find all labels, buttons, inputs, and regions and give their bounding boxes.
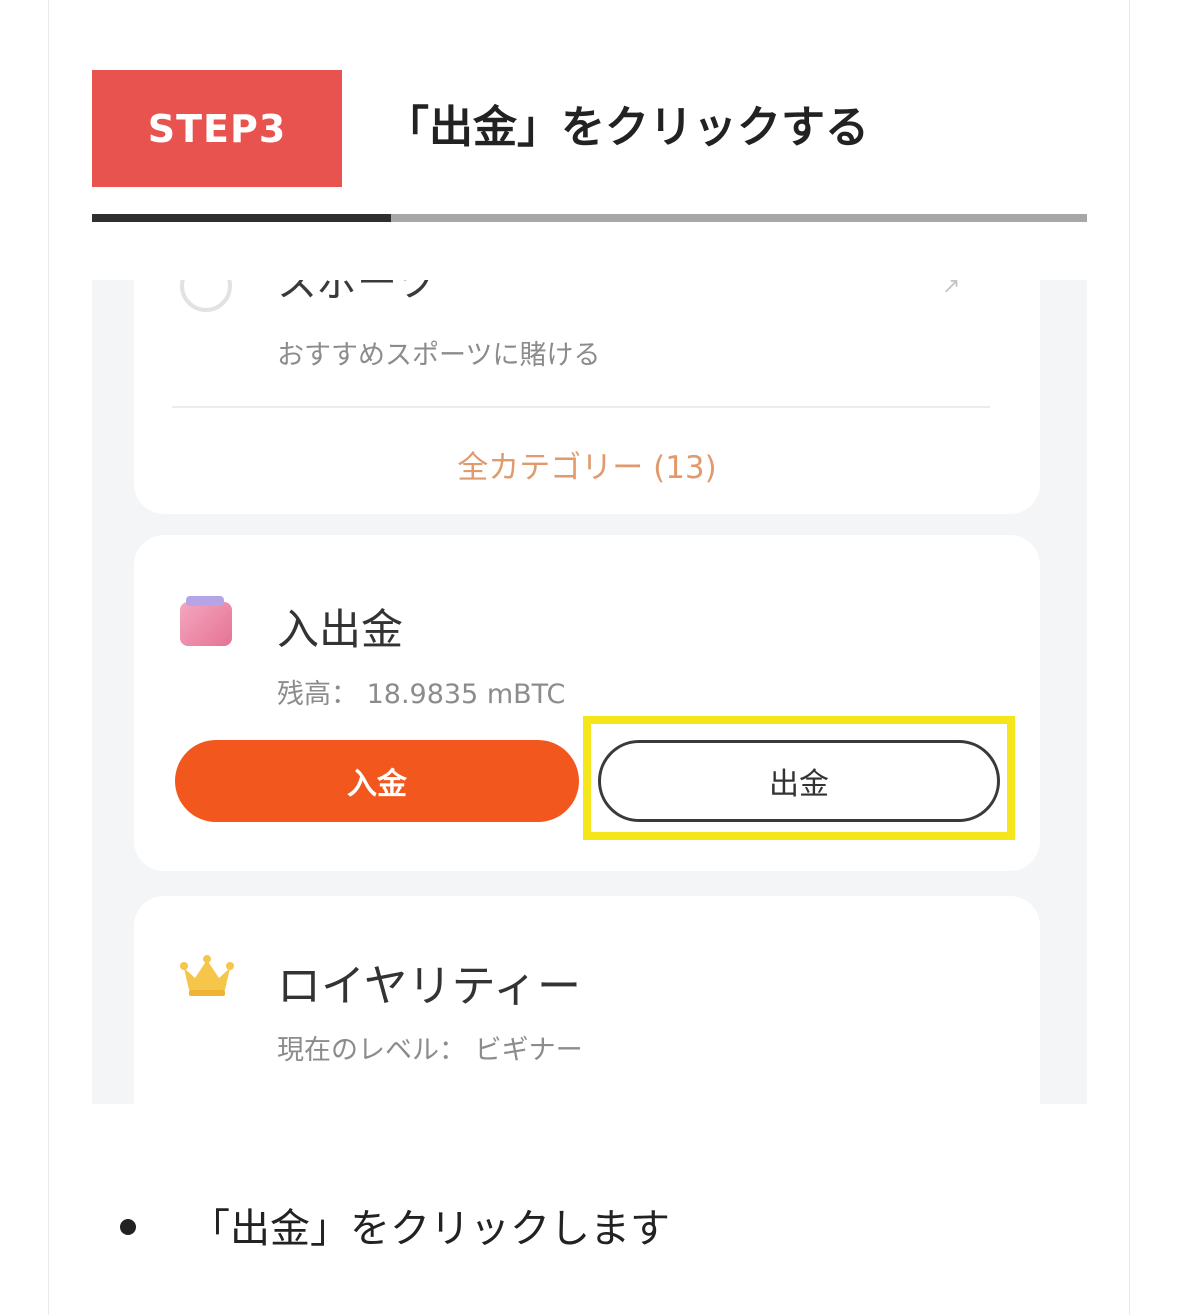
all-categories-link[interactable]: 全カテゴリー (13): [92, 442, 1082, 487]
step-title: 「出金」をクリックする: [385, 102, 869, 153]
progress-bar: [92, 214, 1087, 222]
frame-border-left: [48, 0, 49, 1315]
instruction-text: 「出金」をクリックします: [190, 1206, 670, 1252]
deposit-button[interactable]: 入金: [175, 740, 579, 822]
app-screenshot: スポーツ ↗ おすすめスポーツに賭ける 全カテゴリー (13) 入出金 残高： …: [92, 280, 1087, 1104]
sports-title[interactable]: スポーツ: [277, 280, 436, 308]
loyalty-card: [134, 896, 1040, 1104]
progress-bar-fill: [92, 214, 391, 222]
wallet-icon: [180, 596, 232, 646]
withdraw-button[interactable]: 出金: [598, 740, 1000, 822]
frame-border-right: [1129, 0, 1130, 1315]
loyalty-title[interactable]: ロイヤリティー: [277, 950, 581, 1014]
step-badge: STEP3: [92, 70, 342, 187]
bullet-icon: [120, 1219, 136, 1235]
crown-icon: [180, 955, 234, 996]
external-link-icon[interactable]: ↗: [942, 280, 960, 299]
balance-text: 残高： 18.9835 mBTC: [277, 679, 566, 710]
wallet-title: 入出金: [277, 605, 404, 654]
loyalty-level: 現在のレベル： ビギナー: [277, 1035, 583, 1066]
divider: [172, 406, 990, 408]
sports-subtitle: おすすめスポーツに賭ける: [277, 340, 601, 371]
